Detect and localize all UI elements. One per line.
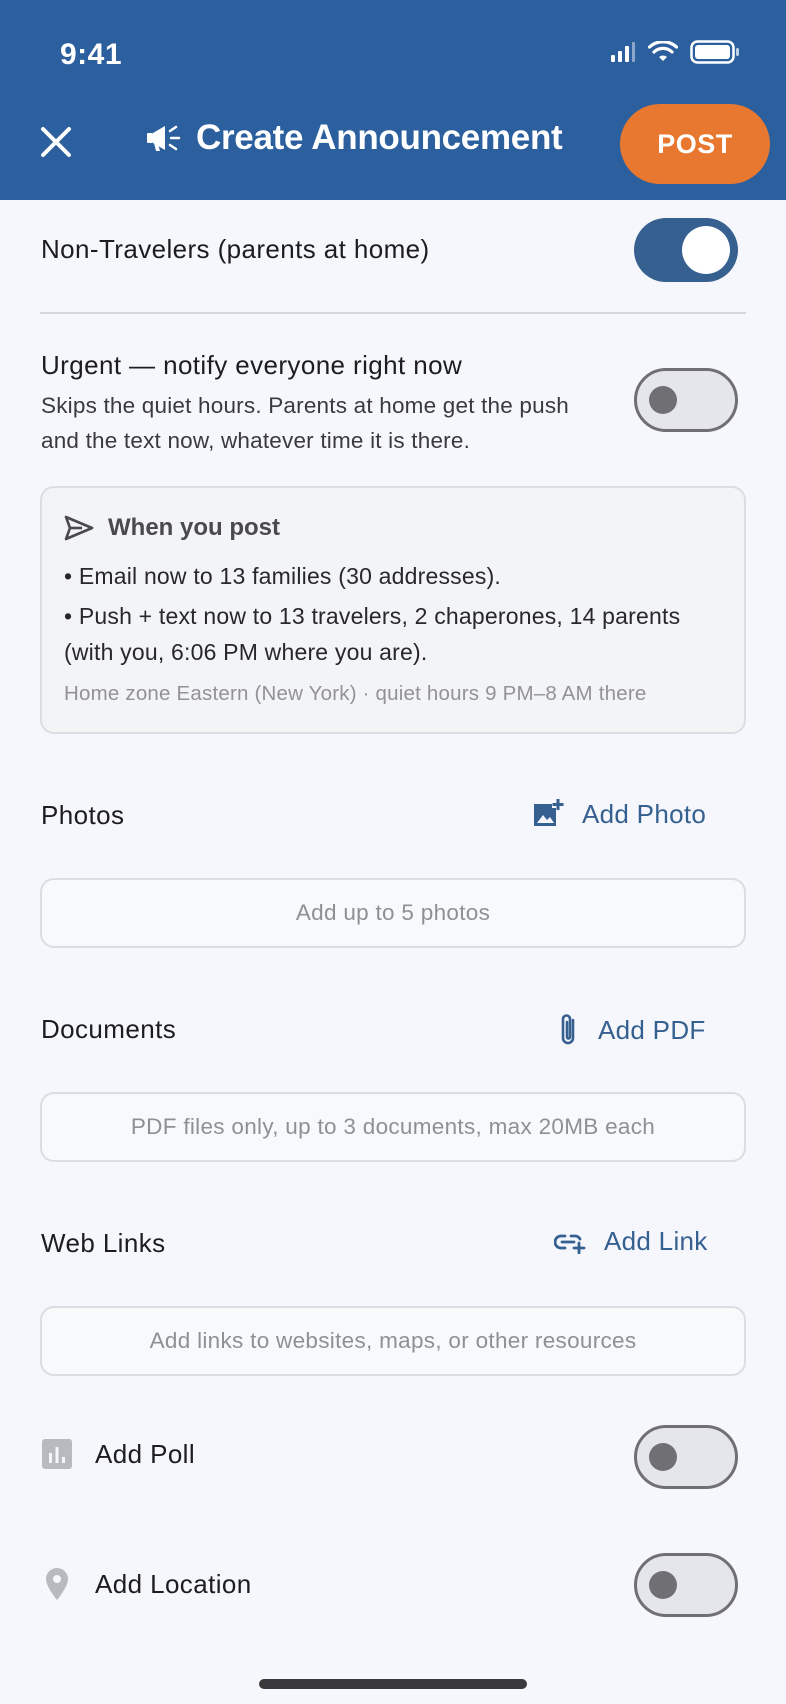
status-icons (610, 40, 740, 64)
toggle-knob (682, 226, 730, 274)
non-travelers-toggle[interactable] (634, 218, 738, 282)
post-summary-header: When you post (64, 514, 280, 542)
photos-dropzone[interactable]: Add up to 5 photos (40, 878, 746, 948)
status-time: 9:41 (60, 38, 123, 71)
add-location-row: Add Location (41, 1566, 252, 1602)
toggle-knob (649, 1443, 677, 1471)
page-title: Create Announcement (196, 118, 563, 157)
add-poll-toggle[interactable] (634, 1425, 738, 1489)
links-dropzone[interactable]: Add links to websites, maps, or other re… (40, 1306, 746, 1376)
post-summary-card: When you post • Email now to 13 families… (40, 486, 746, 734)
add-location-toggle[interactable] (634, 1553, 738, 1617)
title-group: Create Announcement (146, 118, 563, 158)
documents-dropzone[interactable]: PDF files only, up to 3 documents, max 2… (40, 1092, 746, 1162)
add-link-label: Add Link (604, 1226, 708, 1256)
summary-line-email: • Email now to 13 families (30 addresses… (64, 563, 502, 589)
add-link-icon (554, 1234, 586, 1254)
toggle-knob (649, 386, 677, 414)
add-poll-row: Add Poll (41, 1438, 195, 1470)
add-link-button[interactable]: Add Link (554, 1226, 708, 1257)
megaphone-icon (147, 125, 181, 151)
wifi-icon (648, 41, 678, 61)
post-summary-title: When you post (108, 514, 280, 541)
add-photo-label: Add Photo (582, 798, 707, 829)
close-icon (41, 127, 71, 157)
add-photo-button[interactable]: Add Photo (532, 798, 706, 830)
urgent-description: Skips the quiet hours. Parents at home g… (41, 393, 570, 453)
divider (40, 312, 746, 314)
summary-line-push: • Push + text now to 13 travelers, 2 cha… (64, 603, 681, 665)
photos-label: Photos (41, 800, 125, 830)
non-travelers-label: Non-Travelers (parents at home) (41, 234, 430, 264)
add-location-label: Add Location (95, 1568, 252, 1599)
poll-icon (42, 1439, 72, 1469)
paperclip-icon (561, 1014, 575, 1045)
battery-icon (690, 40, 739, 64)
web-links-label: Web Links (41, 1228, 166, 1258)
home-indicator (259, 1679, 527, 1689)
add-pdf-label: Add PDF (598, 1014, 706, 1045)
post-button[interactable]: POST (620, 104, 770, 184)
urgent-toggle[interactable] (634, 368, 738, 432)
summary-footer: Home zone Eastern (New York) · quiet hou… (64, 682, 647, 705)
app-header: 9:41 Create Announcement POST (0, 0, 786, 200)
urgent-title: Urgent — notify everyone right now (41, 350, 463, 380)
documents-label: Documents (41, 1014, 177, 1044)
close-button[interactable] (36, 122, 76, 162)
toggle-knob (649, 1571, 677, 1599)
signal-icon (611, 42, 635, 62)
send-icon (64, 515, 94, 541)
add-photo-icon (534, 799, 564, 826)
add-pdf-button[interactable]: Add PDF (556, 1012, 706, 1048)
add-poll-label: Add Poll (95, 1438, 196, 1469)
location-pin-icon (46, 1568, 68, 1600)
